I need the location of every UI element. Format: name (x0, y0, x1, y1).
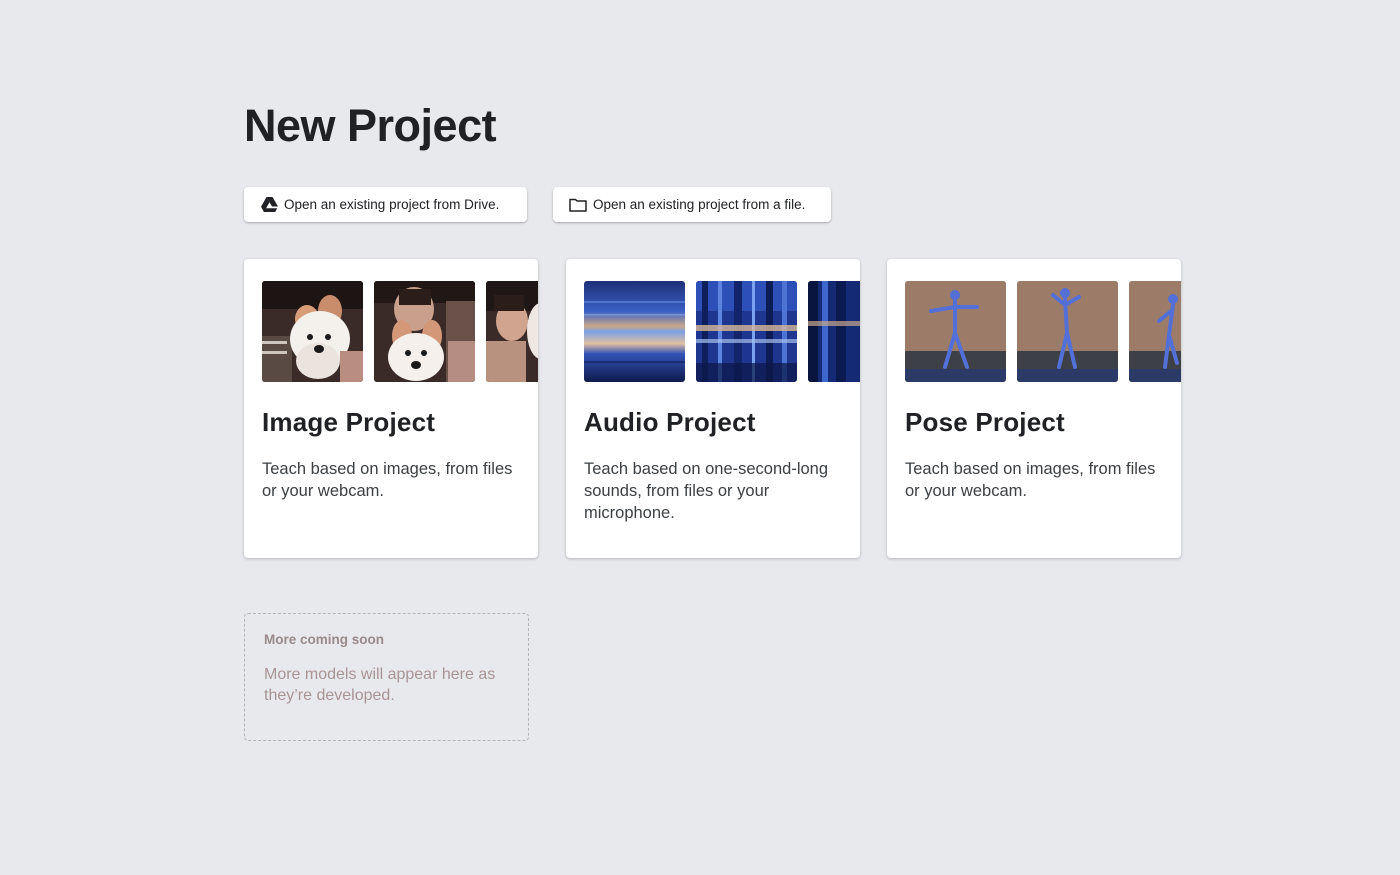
audio-project-card[interactable]: Audio Project Teach based on one-second-… (566, 259, 860, 558)
spectrogram-thumbnail (808, 281, 860, 382)
image-project-card[interactable]: Image Project Teach based on images, fro… (244, 259, 538, 558)
open-from-file-button[interactable]: Open an existing project from a file. (553, 187, 831, 222)
new-project-page: New Project Open an existing project fro… (0, 0, 1400, 875)
image-thumbnail (374, 281, 475, 382)
coming-soon-description: More models will appear here as they’re … (264, 666, 496, 704)
image-thumbnails (262, 281, 538, 382)
open-from-drive-button[interactable]: Open an existing project from Drive. (244, 187, 527, 222)
pose-thumbnail (1017, 281, 1118, 382)
image-project-description: Teach based on images, from files or you… (262, 460, 513, 500)
audio-project-description: Teach based on one-second-long sounds, f… (584, 460, 829, 522)
folder-icon (569, 196, 587, 214)
pose-thumbnail (1129, 281, 1181, 382)
pose-thumbnails (905, 281, 1181, 382)
pose-project-title: Pose Project (905, 407, 1065, 437)
spectrogram-thumbnail (696, 281, 797, 382)
spectrogram-thumbnail (584, 281, 685, 382)
page-title: New Project (244, 100, 497, 151)
audio-project-title: Audio Project (584, 407, 756, 437)
coming-soon-title: More coming soon (264, 632, 385, 647)
pose-project-card[interactable]: Pose Project Teach based on images, from… (887, 259, 1181, 558)
image-project-title: Image Project (262, 407, 436, 437)
pose-project-description: Teach based on images, from files or you… (905, 460, 1156, 500)
image-thumbnail (486, 281, 538, 382)
open-from-file-label: Open an existing project from a file. (593, 197, 806, 212)
image-thumbnail (262, 281, 363, 382)
open-from-drive-label: Open an existing project from Drive. (284, 197, 500, 212)
audio-thumbnails (584, 281, 860, 382)
coming-soon-panel: More coming soon More models will appear… (244, 613, 529, 741)
pose-thumbnail (905, 281, 1006, 382)
google-drive-icon (260, 196, 278, 214)
